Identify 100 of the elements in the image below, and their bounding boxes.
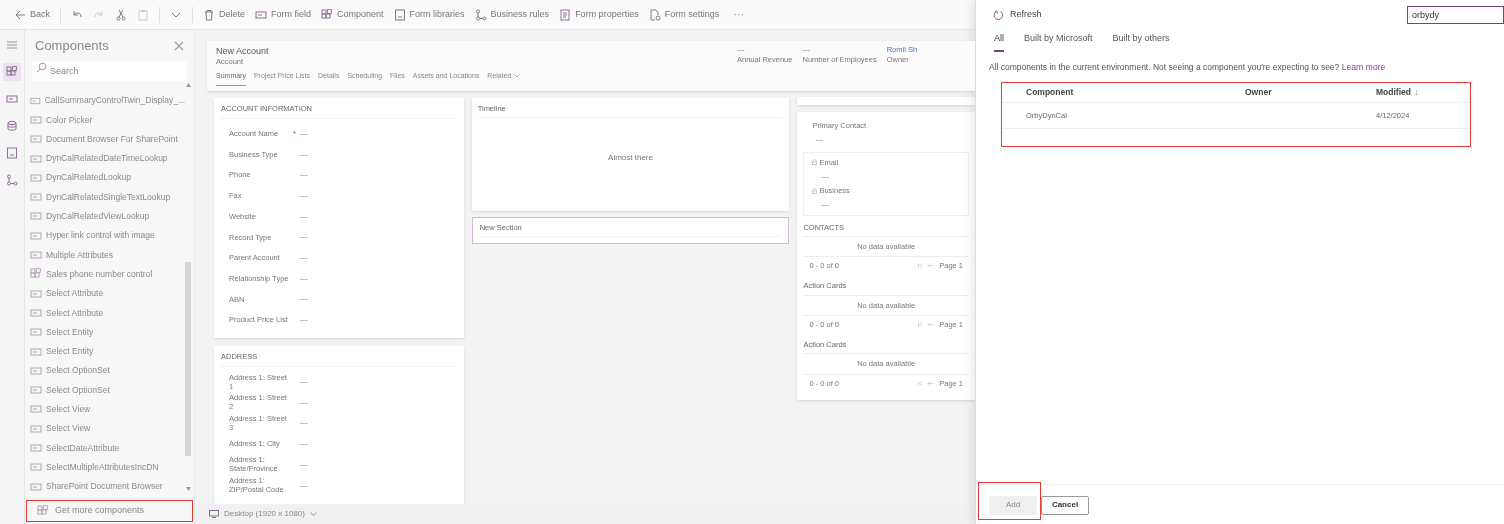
chevron-down-icon: [513, 74, 520, 79]
cancel-button[interactable]: Cancel: [1041, 495, 1089, 515]
text-field-icon: [30, 384, 42, 397]
toolbar-button[interactable]: Form properties: [559, 7, 639, 22]
search-field[interactable]: orbydy: [1407, 6, 1504, 24]
component-list-item[interactable]: Select View: [30, 419, 185, 439]
more-button[interactable]: ···: [733, 6, 745, 23]
text-field-icon: [30, 461, 42, 474]
monitor-icon: [209, 510, 219, 518]
learn-more-link[interactable]: Learn more: [1341, 61, 1386, 72]
text-field-icon: [30, 229, 42, 242]
component-list-item[interactable]: DynCalRelatedLookup: [30, 168, 185, 188]
scissors-icon: [115, 8, 127, 21]
scroll-down-icon[interactable]: [186, 487, 191, 491]
component-list-item[interactable]: Document Browser For SharePoint: [30, 129, 185, 149]
sort-arrow: ↓: [1413, 86, 1419, 100]
filter-tab[interactable]: All: [994, 32, 1004, 52]
script-file-icon: [393, 8, 406, 21]
toolbar-button[interactable]: Form settings: [648, 7, 720, 22]
flow-nodes-icon: [6, 174, 18, 186]
column-header[interactable]: Component: [1026, 86, 1074, 100]
filter-tab[interactable]: Built by others: [1112, 32, 1170, 52]
toolbar-button[interactable]: Delete: [203, 7, 246, 22]
refresh-button[interactable]: Refresh: [993, 8, 1042, 22]
component-list-item[interactable]: DynCalRelatedSingleTextLookup: [30, 187, 185, 207]
document-icon: [559, 8, 572, 21]
search-field[interactable]: Search: [32, 61, 187, 81]
scroll-thumb[interactable]: [185, 262, 191, 456]
component-list-item[interactable]: Select View: [30, 399, 185, 420]
trash-icon: [203, 8, 215, 21]
text-field-icon: [30, 422, 42, 435]
component-list-item[interactable]: Multiple Attributes: [30, 245, 185, 265]
form-title: New Account: [216, 46, 269, 57]
refresh-icon: [993, 9, 1004, 21]
text-field-icon: [30, 442, 42, 454]
menu-icon: [6, 39, 18, 51]
get-more-components-button[interactable]: Get more components: [37, 504, 145, 518]
component-list-item[interactable]: SelectDateAttribute: [30, 438, 185, 458]
component-grid-icon: [6, 66, 18, 78]
text-field-icon: [30, 287, 42, 300]
toolbar-button[interactable]: Form libraries: [393, 7, 465, 22]
toolbar-button[interactable]: Component: [321, 7, 384, 22]
component-list-item[interactable]: Select Attribute: [30, 283, 185, 304]
component-list-item[interactable]: Select OptionSet: [30, 380, 185, 400]
text-field-icon: [30, 171, 42, 184]
annotation-frame: [978, 482, 1041, 520]
component-list-item[interactable]: DynCalRelatedDateTimeLookup: [30, 148, 185, 169]
text-field-icon: [30, 191, 42, 204]
pager-arrows-icon[interactable]: [918, 380, 935, 386]
component-list-item[interactable]: Select Attribute: [30, 303, 185, 323]
text-field-icon: [30, 403, 42, 416]
close-icon[interactable]: [174, 40, 184, 51]
timeline-message: Almost there: [607, 151, 654, 164]
toolbar-button[interactable]: Business rules: [474, 7, 550, 22]
description-text: All components in the current environment. Not seeing a component you're expecting to see? Learn more: [989, 60, 1387, 74]
component-grid-icon: [30, 268, 42, 281]
component-list-item[interactable]: Select Entity: [30, 322, 185, 342]
component-list-item[interactable]: Select OptionSet: [30, 361, 185, 381]
back-arrow-icon: [14, 8, 26, 21]
pager-arrows-icon[interactable]: [918, 263, 935, 269]
toolbar-button[interactable]: [115, 8, 127, 21]
text-field-icon: [30, 210, 42, 223]
text-field-icon: [30, 249, 42, 261]
text-field-icon: [30, 113, 42, 126]
flow-nodes-icon: [474, 8, 487, 21]
rail-button[interactable]: [3, 63, 21, 81]
pager-arrows-icon[interactable]: [918, 321, 935, 327]
component-list-item[interactable]: CallSummaryControlTwin_Display_...: [30, 91, 185, 111]
clipboard-icon: [137, 8, 149, 21]
component-grid-icon: [321, 8, 334, 21]
component-add-icon: [37, 505, 49, 517]
database-icon: [6, 120, 18, 132]
text-field-icon: [255, 8, 268, 21]
text-field-icon: [30, 480, 42, 493]
column-header[interactable]: Owner: [1245, 86, 1272, 100]
text-field-icon: [30, 326, 42, 339]
component-list-item[interactable]: DynCalRelatedViewLookup: [30, 206, 185, 227]
viewport-dropdown[interactable]: Desktop (1920 x 1080): [209, 508, 317, 520]
text-field-icon: [30, 345, 42, 358]
column-header[interactable]: Modified: [1376, 86, 1411, 100]
component-list-item[interactable]: SelectMultipleAttributesIncDN: [30, 457, 185, 477]
toolbar-button[interactable]: Form field: [255, 7, 312, 22]
scroll-up-icon[interactable]: [186, 83, 191, 87]
component-list-item[interactable]: Color Picker: [30, 110, 185, 130]
text-field-icon: [30, 133, 42, 146]
text-field-icon: [30, 306, 42, 319]
search-icon: [36, 62, 47, 73]
text-field-icon: [6, 93, 18, 105]
toolbar-button[interactable]: Back: [14, 7, 50, 22]
script-file-icon: [6, 147, 18, 159]
text-field-icon: [30, 152, 42, 165]
component-list-item[interactable]: Hyper link control with image: [30, 226, 185, 246]
chevron-down-icon: [309, 512, 317, 516]
component-list-item[interactable]: Select Entity: [30, 341, 185, 362]
panel-title: Components: [35, 36, 109, 55]
text-field-icon: [30, 364, 42, 377]
filter-tab[interactable]: Built by Microsoft: [1024, 32, 1093, 52]
component-list-item[interactable]: Sales phone number control: [30, 264, 185, 284]
component-list-item[interactable]: SharePoint Document Browser: [30, 476, 185, 497]
document-gear-icon: [648, 8, 661, 21]
